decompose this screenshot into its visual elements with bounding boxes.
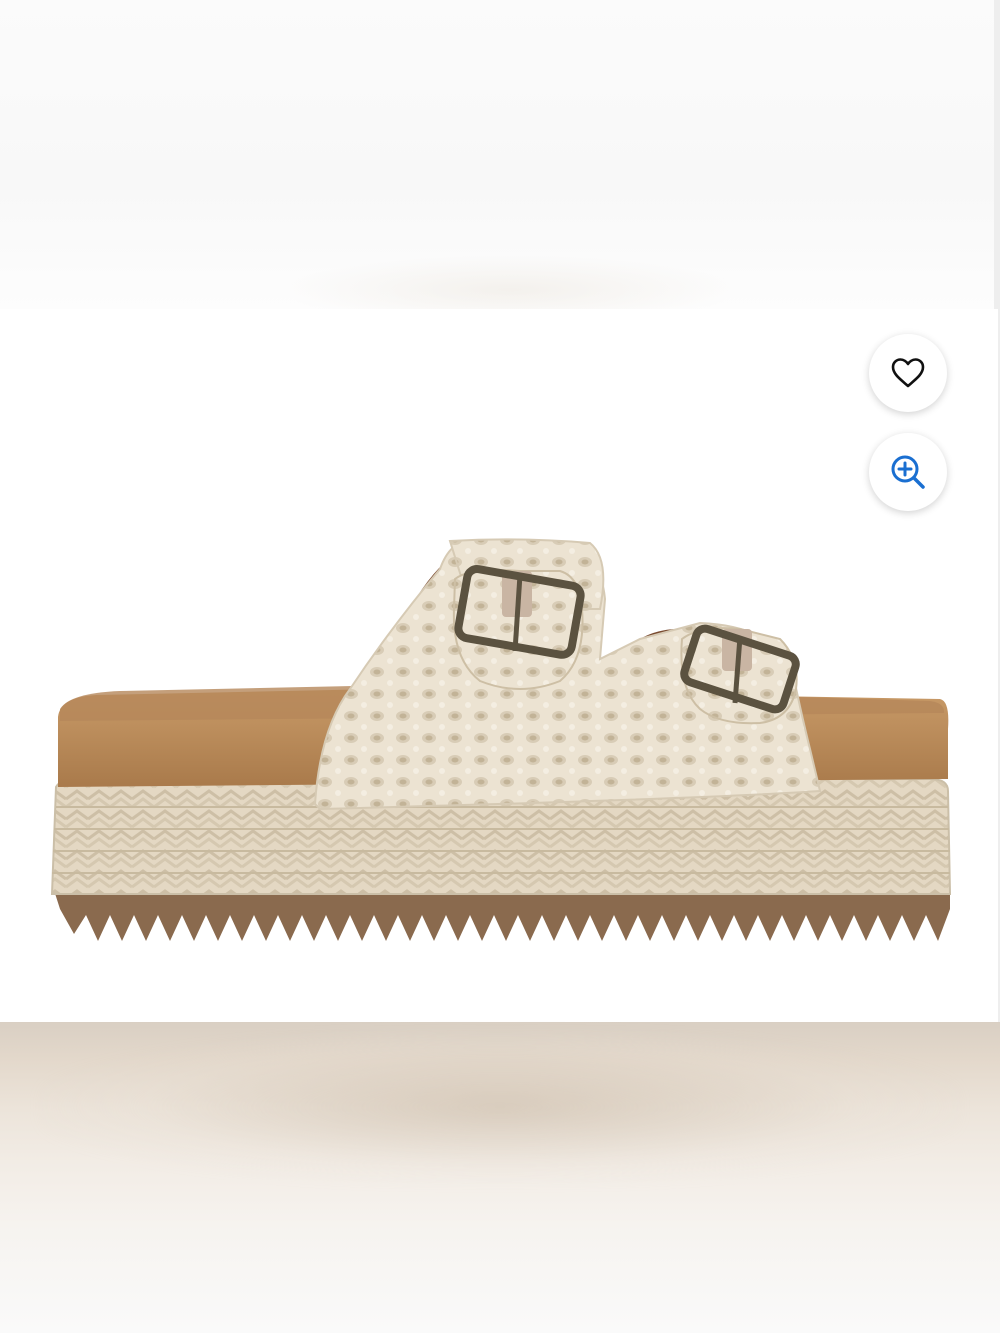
sandal-illustration <box>50 538 952 941</box>
zoom-in-icon <box>889 453 927 491</box>
blurred-backdrop-bottom <box>0 1022 1000 1333</box>
blurred-backdrop-top <box>0 0 1000 325</box>
product-image-viewer: heart-outline-icon zoom-in-icon <box>0 0 1000 1333</box>
heart-outline-icon <box>890 357 926 389</box>
product-image[interactable] <box>0 309 998 1022</box>
wishlist-button[interactable]: heart-outline-icon <box>869 334 947 412</box>
zoom-button[interactable]: zoom-in-icon <box>869 433 947 511</box>
